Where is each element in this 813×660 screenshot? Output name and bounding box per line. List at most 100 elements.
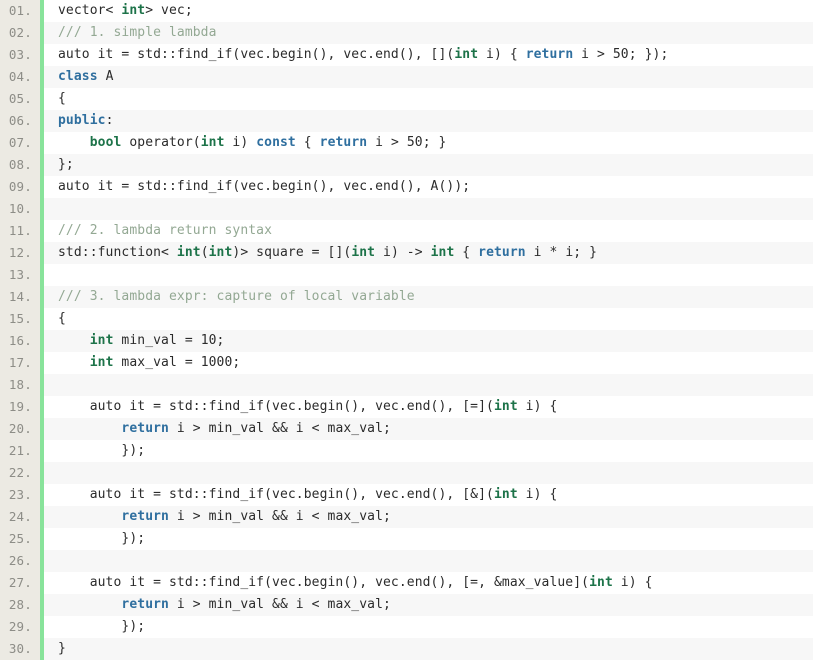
code-text[interactable]: /// 1. simple lambda	[44, 22, 813, 44]
code-line[interactable]: 04. class A	[0, 66, 813, 88]
code-line[interactable]: 03. auto it = std::find_if(vec.begin(), v…	[0, 44, 813, 66]
line-number: 11.	[0, 220, 40, 242]
line-number: 14.	[0, 286, 40, 308]
line-number: 28.	[0, 594, 40, 616]
code-token-type: int	[121, 3, 146, 18]
code-token-txt: operator(	[121, 135, 201, 150]
code-line[interactable]: 05. {	[0, 88, 813, 110]
code-line[interactable]: 12. std::function< int(int)> square = [](…	[0, 242, 813, 264]
code-text[interactable]: public:	[44, 110, 813, 132]
code-line[interactable]: 21. });	[0, 440, 813, 462]
code-text[interactable]: });	[44, 528, 813, 550]
line-number: 12.	[0, 242, 40, 264]
line-number: 21.	[0, 440, 40, 462]
code-text[interactable]	[44, 374, 813, 396]
code-line[interactable]: 26.	[0, 550, 813, 572]
code-text[interactable]: return i > min_val && i < max_val;	[44, 418, 813, 440]
code-text[interactable]: auto it = std::find_if(vec.begin(), vec.…	[44, 484, 813, 506]
code-line[interactable]: 22.	[0, 462, 813, 484]
code-text[interactable]: };	[44, 154, 813, 176]
code-text[interactable]: bool operator(int i) const { return i > …	[44, 132, 813, 154]
code-line[interactable]: 19. auto it = std::find_if(vec.begin(), …	[0, 396, 813, 418]
code-text[interactable]: int min_val = 10;	[44, 330, 813, 352]
code-text[interactable]	[44, 198, 813, 220]
code-line[interactable]: 11. /// 2. lambda return syntax	[0, 220, 813, 242]
code-token-txt: vector<	[58, 3, 122, 18]
line-number: 25.	[0, 528, 40, 550]
code-line[interactable]: 14. /// 3. lambda expr: capture of local …	[0, 286, 813, 308]
code-token-txt: i > 50; }	[367, 135, 447, 150]
code-token-txt: i)	[224, 135, 257, 150]
code-text[interactable]: return i > min_val && i < max_val;	[44, 594, 813, 616]
code-token-txt: i > 50; });	[573, 47, 669, 62]
code-text[interactable]: vector< int> vec;	[44, 0, 813, 22]
code-token-txt: A	[97, 69, 114, 84]
code-line[interactable]: 16. int min_val = 10;	[0, 330, 813, 352]
code-token-type: int	[589, 575, 613, 590]
code-token-kw: class	[58, 69, 98, 84]
code-text[interactable]	[44, 462, 813, 484]
code-line[interactable]: 09. auto it = std::find_if(vec.begin(), v…	[0, 176, 813, 198]
code-text[interactable]	[44, 550, 813, 572]
code-token-txt: auto it = std::find_if(vec.begin(), vec.…	[58, 47, 455, 62]
code-token-txt: auto it = std::find_if(vec.begin(), vec.…	[58, 179, 471, 194]
code-line[interactable]: 06. public:	[0, 110, 813, 132]
code-token-txt: auto it = std::find_if(vec.begin(), vec.…	[58, 399, 494, 414]
code-text[interactable]: {	[44, 88, 813, 110]
code-token-kw: return	[319, 135, 368, 150]
code-token-txt: i > min_val && i < max_val;	[168, 509, 391, 524]
code-token-cmt: /// 3. lambda expr: capture of local var…	[58, 289, 415, 304]
code-token-txt: i) ->	[375, 245, 431, 260]
code-text[interactable]: auto it = std::find_if(vec.begin(), vec.…	[44, 396, 813, 418]
code-line[interactable]: 23. auto it = std::find_if(vec.begin(), …	[0, 484, 813, 506]
line-number: 07.	[0, 132, 40, 154]
code-text[interactable]: });	[44, 616, 813, 638]
code-text[interactable]: return i > min_val && i < max_val;	[44, 506, 813, 528]
code-line[interactable]: 10.	[0, 198, 813, 220]
code-line[interactable]: 02. /// 1. simple lambda	[0, 22, 813, 44]
code-line[interactable]: 07. bool operator(int i) const { return …	[0, 132, 813, 154]
code-text[interactable]: /// 3. lambda expr: capture of local var…	[44, 286, 813, 308]
code-token-txt: i) {	[517, 399, 558, 414]
code-token-type: int	[430, 245, 455, 260]
code-token-type: int	[493, 399, 518, 414]
code-text[interactable]: std::function< int(int)> square = [](int…	[44, 242, 813, 264]
code-text[interactable]: auto it = std::find_if(vec.begin(), vec.…	[44, 44, 813, 66]
code-token-kw: return	[121, 421, 169, 436]
code-line[interactable]: 28. return i > min_val && i < max_val;	[0, 594, 813, 616]
code-line[interactable]: 20. return i > min_val && i < max_val;	[0, 418, 813, 440]
code-line[interactable]: 13.	[0, 264, 813, 286]
code-text[interactable]: auto it = std::find_if(vec.begin(), vec.…	[44, 176, 813, 198]
code-line[interactable]: 15. {	[0, 308, 813, 330]
code-token-kw: return	[121, 597, 169, 612]
code-token-txt: i > min_val && i < max_val;	[168, 421, 391, 436]
line-number: 06.	[0, 110, 40, 132]
code-line[interactable]: 01. vector< int> vec;	[0, 0, 813, 22]
code-line[interactable]: 25. });	[0, 528, 813, 550]
line-number: 23.	[0, 484, 40, 506]
code-token-type: int	[454, 47, 479, 62]
code-line[interactable]: 29. });	[0, 616, 813, 638]
code-text[interactable]: });	[44, 440, 813, 462]
code-token-txt: auto it = std::find_if(vec.begin(), vec.…	[58, 487, 494, 502]
code-text[interactable]	[44, 264, 813, 286]
code-line[interactable]: 08.};	[0, 154, 813, 176]
code-line[interactable]: 27. auto it = std::find_if(vec.begin(), …	[0, 572, 813, 594]
code-text[interactable]: /// 2. lambda return syntax	[44, 220, 813, 242]
code-line[interactable]: 17. int max_val = 1000;	[0, 352, 813, 374]
code-token-txt: {	[58, 311, 66, 326]
code-line[interactable]: 24. return i > min_val && i < max_val;	[0, 506, 813, 528]
code-token-txt: auto it = std::find_if(vec.begin(), vec.…	[58, 575, 590, 590]
code-text[interactable]: auto it = std::find_if(vec.begin(), vec.…	[44, 572, 813, 594]
code-line[interactable]: 18.	[0, 374, 813, 396]
line-number: 22.	[0, 462, 40, 484]
code-listing[interactable]: 01. vector< int> vec; 02./// 1. simple lam…	[0, 0, 813, 660]
code-text[interactable]: class A	[44, 66, 813, 88]
code-text[interactable]: {	[44, 308, 813, 330]
line-number: 15.	[0, 308, 40, 330]
code-text[interactable]: int max_val = 1000;	[44, 352, 813, 374]
